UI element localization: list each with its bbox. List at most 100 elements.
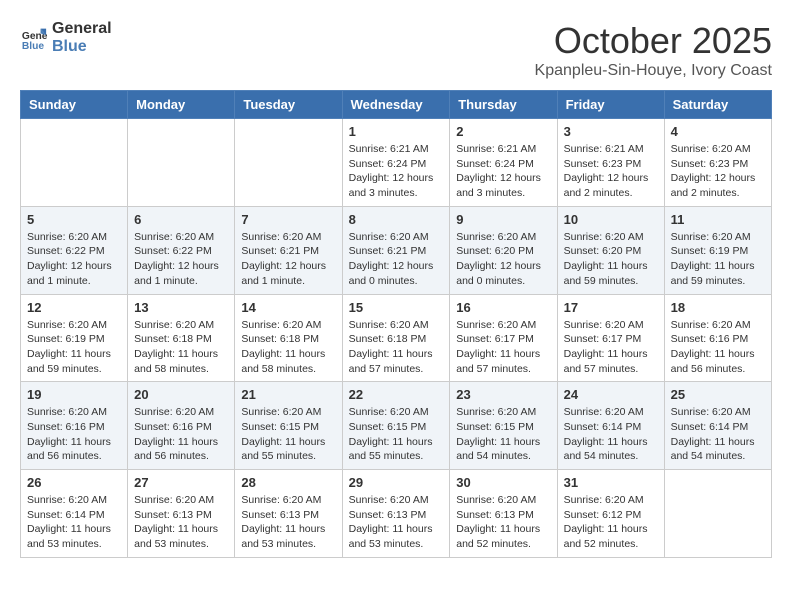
day-info: Sunrise: 6:20 AM Sunset: 6:16 PM Dayligh…	[27, 405, 121, 464]
day-number: 26	[27, 475, 121, 490]
day-info: Sunrise: 6:20 AM Sunset: 6:21 PM Dayligh…	[349, 230, 444, 289]
day-number: 4	[671, 124, 765, 139]
day-number: 17	[564, 300, 658, 315]
month-title: October 2025	[535, 20, 772, 62]
table-row: 11 Sunrise: 6:20 AM Sunset: 6:19 PM Dayli…	[664, 206, 771, 294]
day-info: Sunrise: 6:20 AM Sunset: 6:21 PM Dayligh…	[241, 230, 335, 289]
table-row: 14 Sunrise: 6:20 AM Sunset: 6:18 PM Dayli…	[235, 294, 342, 382]
calendar-week-row: 1 Sunrise: 6:21 AM Sunset: 6:24 PM Daylig…	[21, 119, 772, 207]
day-info: Sunrise: 6:20 AM Sunset: 6:14 PM Dayligh…	[564, 405, 658, 464]
day-info: Sunrise: 6:20 AM Sunset: 6:16 PM Dayligh…	[134, 405, 228, 464]
day-info: Sunrise: 6:20 AM Sunset: 6:17 PM Dayligh…	[456, 318, 550, 377]
day-info: Sunrise: 6:20 AM Sunset: 6:18 PM Dayligh…	[349, 318, 444, 377]
logo-icon: General Blue	[20, 24, 48, 52]
day-number: 16	[456, 300, 550, 315]
day-info: Sunrise: 6:20 AM Sunset: 6:17 PM Dayligh…	[564, 318, 658, 377]
table-row	[128, 119, 235, 207]
table-row: 18 Sunrise: 6:20 AM Sunset: 6:16 PM Dayli…	[664, 294, 771, 382]
day-info: Sunrise: 6:21 AM Sunset: 6:24 PM Dayligh…	[456, 142, 550, 201]
day-info: Sunrise: 6:20 AM Sunset: 6:16 PM Dayligh…	[671, 318, 765, 377]
day-info: Sunrise: 6:20 AM Sunset: 6:14 PM Dayligh…	[27, 493, 121, 552]
header-saturday: Saturday	[664, 91, 771, 119]
calendar-header-row: Sunday Monday Tuesday Wednesday Thursday…	[21, 91, 772, 119]
day-info: Sunrise: 6:20 AM Sunset: 6:15 PM Dayligh…	[456, 405, 550, 464]
table-row: 6Sunrise: 6:20 AM Sunset: 6:22 PM Daylig…	[128, 206, 235, 294]
day-number: 13	[134, 300, 228, 315]
table-row: 1 Sunrise: 6:21 AM Sunset: 6:24 PM Daylig…	[342, 119, 450, 207]
table-row: 30 Sunrise: 6:20 AM Sunset: 6:13 PM Dayli…	[450, 470, 557, 558]
page-header: General Blue General Blue October 2025 K…	[20, 20, 772, 80]
day-number: 7	[241, 212, 335, 227]
day-info: Sunrise: 6:20 AM Sunset: 6:13 PM Dayligh…	[349, 493, 444, 552]
day-number: 19	[27, 387, 121, 402]
table-row: 3 Sunrise: 6:21 AM Sunset: 6:23 PM Daylig…	[557, 119, 664, 207]
day-info: Sunrise: 6:20 AM Sunset: 6:14 PM Dayligh…	[671, 405, 765, 464]
table-row: 20 Sunrise: 6:20 AM Sunset: 6:16 PM Dayli…	[128, 382, 235, 470]
day-info: Sunrise: 6:20 AM Sunset: 6:22 PM Dayligh…	[27, 230, 121, 289]
day-info: Sunrise: 6:20 AM Sunset: 6:12 PM Dayligh…	[564, 493, 658, 552]
day-number: 24	[564, 387, 658, 402]
day-number: 10	[564, 212, 658, 227]
day-info: Sunrise: 6:20 AM Sunset: 6:15 PM Dayligh…	[349, 405, 444, 464]
table-row: 2 Sunrise: 6:21 AM Sunset: 6:24 PM Daylig…	[450, 119, 557, 207]
day-info: Sunrise: 6:20 AM Sunset: 6:13 PM Dayligh…	[456, 493, 550, 552]
header-sunday: Sunday	[21, 91, 128, 119]
calendar-week-row: 26 Sunrise: 6:20 AM Sunset: 6:14 PM Dayli…	[21, 470, 772, 558]
day-number: 18	[671, 300, 765, 315]
day-number: 21	[241, 387, 335, 402]
table-row: 23 Sunrise: 6:20 AM Sunset: 6:15 PM Dayli…	[450, 382, 557, 470]
day-info: Sunrise: 6:20 AM Sunset: 6:19 PM Dayligh…	[27, 318, 121, 377]
header-friday: Friday	[557, 91, 664, 119]
table-row: 31 Sunrise: 6:20 AM Sunset: 6:12 PM Dayli…	[557, 470, 664, 558]
day-number: 25	[671, 387, 765, 402]
day-number: 20	[134, 387, 228, 402]
logo: General Blue General Blue	[20, 20, 112, 55]
logo-general: General	[52, 20, 112, 38]
table-row	[664, 470, 771, 558]
table-row: 27 Sunrise: 6:20 AM Sunset: 6:13 PM Dayli…	[128, 470, 235, 558]
day-number: 3	[564, 124, 658, 139]
day-info: Sunrise: 6:20 AM Sunset: 6:18 PM Dayligh…	[241, 318, 335, 377]
day-number: 27	[134, 475, 228, 490]
day-number: 9	[456, 212, 550, 227]
day-info: Sunrise: 6:20 AM Sunset: 6:22 PM Dayligh…	[134, 230, 228, 289]
table-row: 15Sunrise: 6:20 AM Sunset: 6:18 PM Dayli…	[342, 294, 450, 382]
day-info: Sunrise: 6:20 AM Sunset: 6:20 PM Dayligh…	[456, 230, 550, 289]
day-info: Sunrise: 6:20 AM Sunset: 6:20 PM Dayligh…	[564, 230, 658, 289]
table-row: 29 Sunrise: 6:20 AM Sunset: 6:13 PM Dayli…	[342, 470, 450, 558]
day-info: Sunrise: 6:20 AM Sunset: 6:15 PM Dayligh…	[241, 405, 335, 464]
day-number: 1	[349, 124, 444, 139]
table-row: 10 Sunrise: 6:20 AM Sunset: 6:20 PM Dayli…	[557, 206, 664, 294]
header-thursday: Thursday	[450, 91, 557, 119]
table-row: 4Sunrise: 6:20 AM Sunset: 6:23 PM Daylig…	[664, 119, 771, 207]
day-number: 30	[456, 475, 550, 490]
day-number: 22	[349, 387, 444, 402]
day-number: 11	[671, 212, 765, 227]
logo-blue: Blue	[52, 38, 112, 56]
calendar-week-row: 19 Sunrise: 6:20 AM Sunset: 6:16 PM Dayli…	[21, 382, 772, 470]
day-number: 23	[456, 387, 550, 402]
table-row: 9 Sunrise: 6:20 AM Sunset: 6:20 PM Daylig…	[450, 206, 557, 294]
table-row: 16 Sunrise: 6:20 AM Sunset: 6:17 PM Dayli…	[450, 294, 557, 382]
table-row: 26 Sunrise: 6:20 AM Sunset: 6:14 PM Dayli…	[21, 470, 128, 558]
table-row: 13Sunrise: 6:20 AM Sunset: 6:18 PM Dayli…	[128, 294, 235, 382]
table-row: 17 Sunrise: 6:20 AM Sunset: 6:17 PM Dayli…	[557, 294, 664, 382]
day-number: 14	[241, 300, 335, 315]
day-info: Sunrise: 6:20 AM Sunset: 6:19 PM Dayligh…	[671, 230, 765, 289]
day-number: 29	[349, 475, 444, 490]
table-row: 21 Sunrise: 6:20 AM Sunset: 6:15 PM Dayli…	[235, 382, 342, 470]
day-number: 31	[564, 475, 658, 490]
title-area: October 2025 Kpanpleu-Sin-Houye, Ivory C…	[535, 20, 772, 80]
day-number: 2	[456, 124, 550, 139]
day-info: Sunrise: 6:21 AM Sunset: 6:24 PM Dayligh…	[349, 142, 444, 201]
header-monday: Monday	[128, 91, 235, 119]
day-number: 5	[27, 212, 121, 227]
table-row	[21, 119, 128, 207]
day-info: Sunrise: 6:20 AM Sunset: 6:13 PM Dayligh…	[134, 493, 228, 552]
day-info: Sunrise: 6:21 AM Sunset: 6:23 PM Dayligh…	[564, 142, 658, 201]
day-number: 8	[349, 212, 444, 227]
table-row	[235, 119, 342, 207]
calendar-table: Sunday Monday Tuesday Wednesday Thursday…	[20, 90, 772, 558]
calendar-week-row: 12Sunrise: 6:20 AM Sunset: 6:19 PM Dayli…	[21, 294, 772, 382]
day-info: Sunrise: 6:20 AM Sunset: 6:13 PM Dayligh…	[241, 493, 335, 552]
